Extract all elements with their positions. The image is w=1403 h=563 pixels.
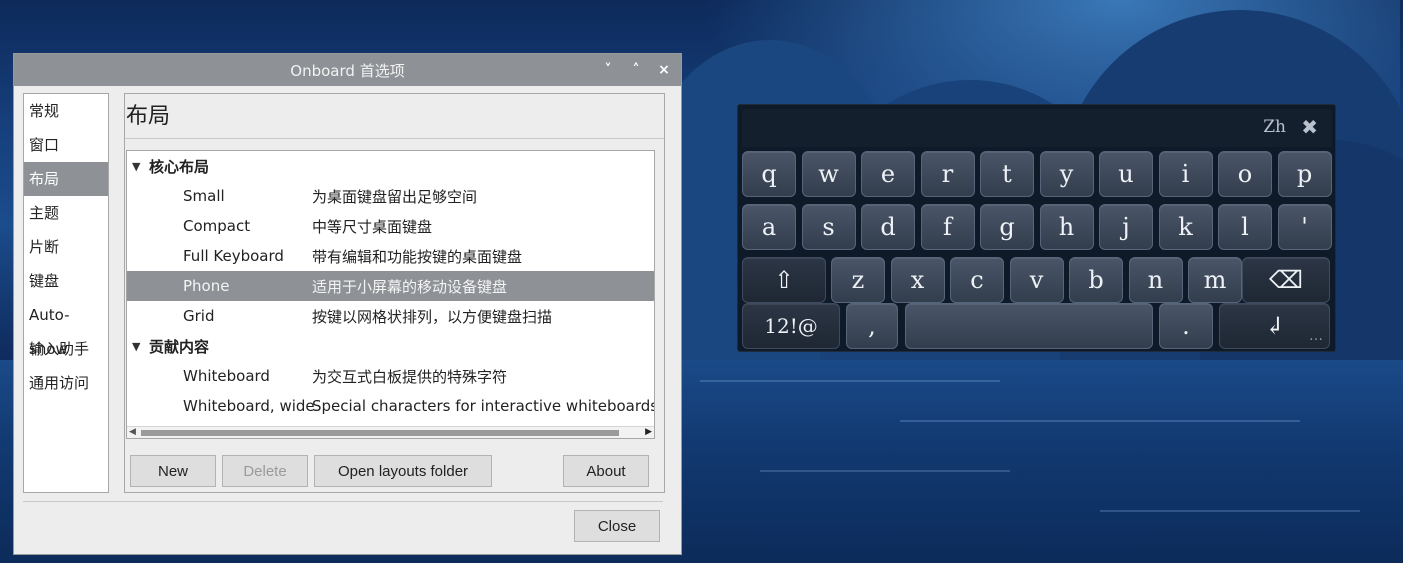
delete-button[interactable]: Delete bbox=[222, 455, 308, 487]
key-s[interactable]: s bbox=[801, 204, 856, 250]
key-v[interactable]: v bbox=[1009, 257, 1064, 303]
scrollbar-thumb[interactable] bbox=[141, 430, 619, 436]
layout-row-whiteboard-wide[interactable]: Whiteboard, wide Special characters for … bbox=[127, 391, 654, 421]
key-c[interactable]: c bbox=[950, 257, 1004, 303]
language-indicator[interactable]: Zh bbox=[1263, 117, 1286, 137]
window-title: Onboard 首选项 bbox=[290, 61, 405, 80]
key-o[interactable]: o bbox=[1218, 151, 1272, 197]
space-key[interactable] bbox=[905, 303, 1153, 349]
expander-down-icon[interactable]: ▼ bbox=[132, 340, 149, 353]
key-k[interactable]: k bbox=[1158, 204, 1213, 250]
backspace-key[interactable]: ⌫ bbox=[1242, 257, 1330, 303]
group-label: 贡献内容 bbox=[149, 337, 210, 356]
layout-panel: 布局 ▼ 核心布局 Small 为桌面键盘留出足够空间 Compact 中等尺寸… bbox=[124, 93, 665, 493]
layout-row-whiteboard[interactable]: Whiteboard 为交互式白板提供的特殊字符 bbox=[127, 361, 654, 391]
layout-name: Full Keyboard bbox=[183, 247, 284, 265]
key-q[interactable]: q bbox=[742, 151, 796, 197]
key-j[interactable]: j bbox=[1099, 204, 1153, 250]
sidebar-item-snippets[interactable]: 片断 bbox=[24, 230, 108, 264]
layout-desc: 适用于小屏幕的移动设备键盘 bbox=[312, 277, 508, 296]
key-m[interactable]: m bbox=[1188, 257, 1242, 303]
shift-key[interactable]: ⇧ bbox=[742, 257, 826, 303]
layout-name: Phone bbox=[183, 277, 230, 295]
layout-row-compact[interactable]: Compact 中等尺寸桌面键盘 bbox=[127, 211, 654, 241]
key-g[interactable]: g bbox=[980, 204, 1034, 250]
key-d[interactable]: d bbox=[861, 204, 915, 250]
enter-icon: ↲ bbox=[1264, 312, 1285, 340]
layout-desc: 按键以网格状排列，以方便键盘扫描 bbox=[312, 307, 553, 326]
maximize-icon[interactable]: ˄ bbox=[627, 61, 645, 79]
key-w[interactable]: w bbox=[801, 151, 856, 197]
tree-group-core[interactable]: ▼ 核心布局 bbox=[127, 151, 654, 181]
key-i[interactable]: i bbox=[1158, 151, 1213, 197]
about-button[interactable]: About bbox=[563, 455, 649, 487]
key-a[interactable]: a bbox=[742, 204, 796, 250]
numbers-key[interactable]: 12!@ bbox=[742, 303, 840, 349]
close-keyboard-icon[interactable]: ✖ bbox=[1301, 115, 1318, 139]
layout-desc: 中等尺寸桌面键盘 bbox=[312, 217, 433, 236]
layout-name: Grid bbox=[183, 307, 215, 325]
key-x[interactable]: x bbox=[890, 257, 945, 303]
layout-tree: ▼ 核心布局 Small 为桌面键盘留出足够空间 Compact 中等尺寸桌面键… bbox=[126, 150, 655, 439]
layout-name: Compact bbox=[183, 217, 251, 235]
horizontal-scrollbar[interactable]: ◀ ▶ bbox=[127, 426, 654, 438]
sidebar-item-theme[interactable]: 主题 bbox=[24, 196, 108, 230]
sidebar-item-layout[interactable]: 布局 bbox=[24, 162, 108, 196]
layout-row-full-keyboard[interactable]: Full Keyboard 带有编辑和功能按键的桌面键盘 bbox=[127, 241, 654, 271]
expander-down-icon[interactable]: ▼ bbox=[132, 160, 149, 173]
comma-key[interactable]: , bbox=[846, 303, 898, 349]
sidebar-item-auto-show[interactable]: Auto-show bbox=[24, 298, 108, 358]
layout-row-phone[interactable]: Phone 适用于小屏幕的移动设备键盘 bbox=[127, 271, 654, 301]
keyboard-toolbar[interactable]: Zh ✖ bbox=[742, 109, 1332, 147]
onboard-preferences-dialog: Onboard 首选项 ˅ ˄ × 常规 窗口 布局 主题 片断 键盘 Auto… bbox=[13, 53, 682, 555]
new-button[interactable]: New bbox=[130, 455, 216, 487]
layout-row-small[interactable]: Small 为桌面键盘留出足够空间 bbox=[127, 181, 654, 211]
layout-name: Small bbox=[183, 187, 225, 205]
key-r[interactable]: r bbox=[920, 151, 975, 197]
layout-desc: Special characters for interactive white… bbox=[312, 397, 655, 415]
layout-desc: 带有编辑和功能按键的桌面键盘 bbox=[312, 247, 523, 266]
sidebar-item-window[interactable]: 窗口 bbox=[24, 128, 108, 162]
enter-key[interactable]: ↲ … bbox=[1219, 303, 1330, 349]
scroll-right-icon[interactable]: ▶ bbox=[645, 427, 652, 437]
layout-desc: 为交互式白板提供的特殊字符 bbox=[312, 367, 508, 386]
close-button[interactable]: Close bbox=[574, 510, 660, 542]
key-u[interactable]: u bbox=[1099, 151, 1153, 197]
key-n[interactable]: n bbox=[1128, 257, 1183, 303]
layout-name: Whiteboard bbox=[183, 367, 270, 385]
close-icon[interactable]: × bbox=[655, 61, 673, 79]
settings-sidebar: 常规 窗口 布局 主题 片断 键盘 Auto-show 输入助手 通用访问 bbox=[23, 93, 109, 493]
key-apostrophe[interactable]: ' bbox=[1277, 204, 1332, 250]
scroll-left-icon[interactable]: ◀ bbox=[129, 427, 136, 437]
divider bbox=[125, 138, 664, 139]
layout-row-grid[interactable]: Grid 按键以网格状排列，以方便键盘扫描 bbox=[127, 301, 654, 331]
key-p[interactable]: p bbox=[1277, 151, 1332, 197]
open-layouts-folder-button[interactable]: Open layouts folder bbox=[314, 455, 492, 487]
period-key[interactable]: . bbox=[1159, 303, 1213, 349]
sidebar-item-universal-access[interactable]: 通用访问 bbox=[24, 366, 108, 400]
key-l[interactable]: l bbox=[1218, 204, 1272, 250]
divider bbox=[23, 501, 663, 502]
tree-group-contributed[interactable]: ▼ 贡献内容 bbox=[127, 331, 654, 361]
key-y[interactable]: y bbox=[1039, 151, 1094, 197]
onboard-keyboard: Zh ✖ qwertyuiop a s d f g h j k l ' zxcvbnm ⇧ ⌫ 1… bbox=[737, 104, 1336, 352]
layout-name: Whiteboard, wide bbox=[183, 397, 315, 415]
key-b[interactable]: b bbox=[1069, 257, 1123, 303]
key-z[interactable]: z bbox=[831, 257, 885, 303]
sidebar-item-keyboard[interactable]: 键盘 bbox=[24, 264, 108, 298]
more-icon[interactable]: … bbox=[1309, 328, 1323, 344]
key-h[interactable]: h bbox=[1039, 204, 1094, 250]
key-f[interactable]: f bbox=[920, 204, 975, 250]
key-t[interactable]: t bbox=[980, 151, 1034, 197]
shift-icon: ⇧ bbox=[773, 266, 795, 294]
minimize-icon[interactable]: ˅ bbox=[599, 61, 617, 79]
sidebar-item-typing-assistance[interactable]: 输入助手 bbox=[24, 332, 108, 366]
group-label: 核心布局 bbox=[149, 157, 210, 176]
layout-desc: 为桌面键盘留出足够空间 bbox=[312, 187, 478, 206]
page-title: 布局 bbox=[126, 104, 171, 129]
backspace-icon: ⌫ bbox=[1269, 266, 1303, 294]
key-e[interactable]: e bbox=[861, 151, 915, 197]
title-bar[interactable]: Onboard 首选项 ˅ ˄ × bbox=[14, 54, 681, 86]
sidebar-item-general[interactable]: 常规 bbox=[24, 94, 108, 128]
